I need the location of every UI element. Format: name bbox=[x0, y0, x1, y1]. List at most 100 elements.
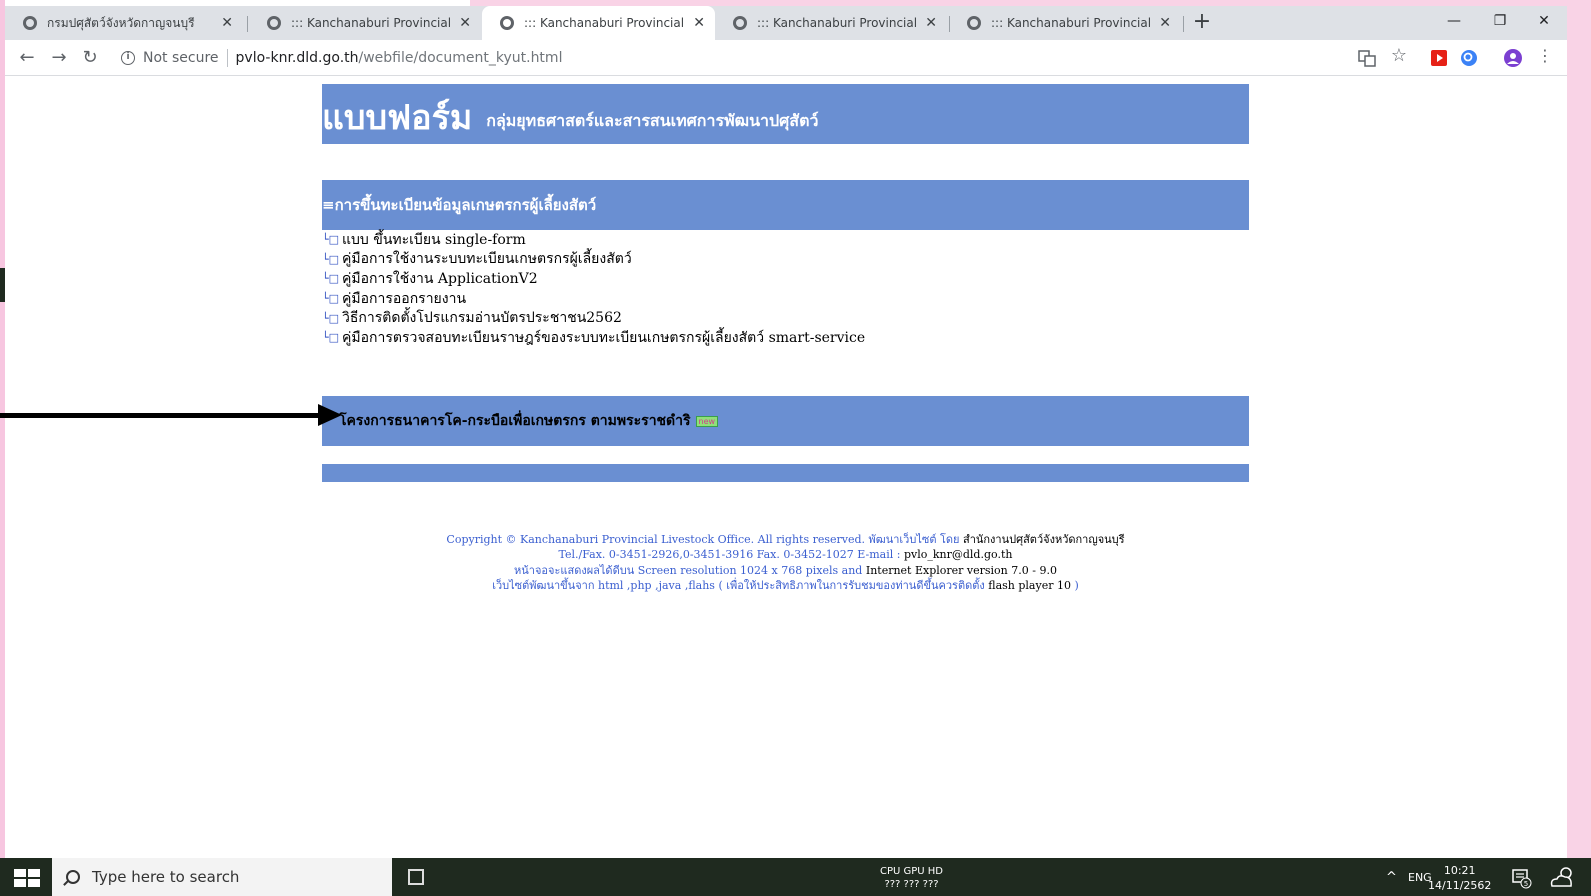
perf-label: CPU GPU HD bbox=[880, 866, 944, 877]
perf-monitor: CPU GPU HD ??? ??? ??? bbox=[880, 865, 943, 891]
footer-text: Tel./Fax. 0-3451-2926,0-3451-3916 Fax. 0… bbox=[558, 548, 904, 562]
footer-text: ) bbox=[1070, 578, 1079, 592]
footer-tech: เว็บไซต์พัฒนาขึ้นจาก html ,php ,java ,fl… bbox=[322, 578, 1249, 593]
list-item[interactable]: └□ แบบ ขึ้นทะเบียน single-form bbox=[322, 230, 1249, 250]
header-banner: แบบฟอร์ม กลุ่มยุทธศาสตร์และสารสนเทศการพั… bbox=[322, 84, 1249, 144]
back-button[interactable]: ← bbox=[13, 44, 41, 72]
bullet-icon: └□ bbox=[322, 233, 340, 247]
url-separator bbox=[226, 49, 228, 67]
weather-icon[interactable] bbox=[1546, 864, 1578, 890]
tab-1[interactable]: กรมปศุสัตว์จังหวัดกาญจนบุรี ✕ bbox=[5, 6, 243, 40]
minimize-button[interactable]: — bbox=[1431, 6, 1477, 36]
footer-divider-bar bbox=[322, 464, 1249, 482]
tab-2[interactable]: ::: Kanchanaburi Provincial Livesto ✕ bbox=[249, 6, 481, 40]
close-icon[interactable]: ✕ bbox=[693, 15, 705, 31]
taskbar-search-box[interactable]: Type here to search bbox=[52, 858, 392, 896]
perf-values: ??? ??? ??? bbox=[884, 879, 939, 890]
document-link-list: └□ แบบ ขึ้นทะเบียน single-form └□ คู่มือกา… bbox=[322, 230, 1249, 348]
search-icon bbox=[66, 870, 80, 884]
list-item[interactable]: └□ คู่มือการใช้งาน ApplicationV2 bbox=[322, 269, 1249, 289]
bullet-icon: └□ bbox=[322, 272, 340, 286]
close-icon[interactable]: ✕ bbox=[925, 15, 937, 31]
forward-button[interactable]: → bbox=[45, 44, 73, 72]
footer-text: Copyright © Kanchanaburi Provincial Live… bbox=[446, 533, 963, 546]
bookmark-star-icon[interactable]: ☆ bbox=[1389, 45, 1409, 66]
link-text[interactable]: คู่มือการตรวจสอบทะเบียนราษฎร์ของระบบทะเบ… bbox=[342, 327, 865, 349]
section-cattle-bank-project[interactable]: โครงการธนาคารโค-กระบือเพื่อเกษตรกร ตามพร… bbox=[322, 396, 1249, 446]
globe-icon bbox=[500, 16, 514, 30]
globe-icon bbox=[23, 16, 37, 30]
bullet-icon: └□ bbox=[322, 311, 340, 325]
address-bar[interactable]: i Not secure pvlo-knr.dld.go.th/webfile/… bbox=[113, 44, 1353, 72]
bullet-icon: └□ bbox=[322, 331, 340, 345]
footer-browser-version: Internet Explorer version 7.0 - 9.0 bbox=[865, 563, 1057, 577]
page-title: แบบฟอร์ม bbox=[322, 98, 473, 138]
search-placeholder: Type here to search bbox=[92, 868, 240, 886]
close-icon[interactable]: ✕ bbox=[221, 15, 233, 31]
tab-3-active[interactable]: ::: Kanchanaburi Provincial Livesto ✕ bbox=[482, 6, 715, 40]
annotation-arrow-line bbox=[0, 413, 324, 418]
info-icon[interactable]: i bbox=[121, 51, 135, 65]
new-badge: new bbox=[695, 415, 719, 427]
reload-button[interactable]: ↻ bbox=[76, 44, 104, 72]
list-item[interactable]: └□ วิธีการติดตั้งโปรแกรมอ่านบัตรประชาชน25… bbox=[322, 308, 1249, 328]
project-link[interactable]: โครงการธนาคารโค-กระบือเพื่อเกษตรกร ตามพร… bbox=[339, 410, 691, 432]
footer-resolution: หน้าจอจะแสดงผลได้ดีบน Screen resolution … bbox=[322, 563, 1249, 578]
not-secure-label: Not secure bbox=[143, 50, 219, 66]
youtube-extension-icon[interactable] bbox=[1429, 48, 1449, 68]
search-extension-icon[interactable] bbox=[1459, 48, 1479, 68]
close-icon[interactable]: ✕ bbox=[459, 15, 471, 31]
footer-flash: flash player 10 bbox=[988, 578, 1071, 592]
list-item[interactable]: └□ คู่มือการตรวจสอบทะเบียนราษฎร์ของระบบทะ… bbox=[322, 328, 1249, 348]
tab-4[interactable]: ::: Kanchanaburi Provincial Livesto ✕ bbox=[715, 6, 947, 40]
tab-title: ::: Kanchanaburi Provincial Livesto bbox=[291, 16, 452, 30]
tab-title: ::: Kanchanaburi Provincial Livesto bbox=[524, 16, 685, 30]
tab-title: ::: Kanchanaburi Provincial Livesto bbox=[991, 16, 1152, 30]
list-item[interactable]: └□ คู่มือการออกรายงาน bbox=[322, 289, 1249, 309]
clock-time: 10:21 bbox=[1443, 864, 1476, 877]
tab-bar: กรมปศุสัตว์จังหวัดกาญจนบุรี ✕ ::: Kancha… bbox=[5, 6, 1567, 40]
windows-taskbar: Type here to search CPU GPU HD ??? ??? ?… bbox=[0, 858, 1591, 896]
desktop-strip-right bbox=[1567, 0, 1591, 858]
tab-title: กรมปศุสัตว์จังหวัดกาญจนบุรี bbox=[47, 15, 195, 30]
notification-count: 5 bbox=[1524, 880, 1528, 888]
globe-icon bbox=[967, 16, 981, 30]
list-item[interactable]: └□ คู่มือการใช้งานระบบทะเบียนเกษตรกรผู้เล… bbox=[322, 250, 1249, 270]
annotation-arrow-head-icon bbox=[318, 404, 342, 426]
section-farmer-registration: ≡การขึ้นทะเบียนข้อมูลเกษตรกรผู้เลี้ยงสัต… bbox=[322, 180, 1249, 230]
url-host: pvlo-knr.dld.go.th bbox=[235, 50, 359, 66]
page-content: แบบฟอร์ม กลุ่มยุทธศาสตร์และสารสนเทศการพั… bbox=[5, 76, 1567, 858]
globe-icon bbox=[733, 16, 747, 30]
taskbar-clock[interactable]: 10:21 14/11/2562 bbox=[1428, 863, 1491, 893]
globe-icon bbox=[267, 16, 281, 30]
footer-email[interactable]: pvlo_knr@dld.go.th bbox=[904, 548, 1012, 561]
task-view-icon[interactable] bbox=[408, 869, 424, 885]
footer-office-name: สำนักงานปศุสัตว์จังหวัดกาญจนบุรี bbox=[962, 533, 1125, 546]
clock-date: 14/11/2562 bbox=[1428, 879, 1492, 892]
footer-text: หน้าจอจะแสดงผลได้ดีบน Screen resolution … bbox=[514, 563, 866, 577]
tab-title: ::: Kanchanaburi Provincial Livesto bbox=[757, 16, 918, 30]
page-subtitle: กลุ่มยุทธศาสตร์และสารสนเทศการพัฒนาปศุสัต… bbox=[486, 111, 819, 130]
url-path: /webfile/document_kyut.html bbox=[358, 50, 563, 66]
footer-text: เว็บไซต์พัฒนาขึ้นจาก html ,php ,java ,fl… bbox=[492, 578, 989, 592]
window-close-button[interactable]: ✕ bbox=[1521, 6, 1567, 36]
browser-window: กรมปศุสัตว์จังหวัดกาญจนบุรี ✕ ::: Kancha… bbox=[5, 6, 1567, 858]
bullet-icon: └□ bbox=[322, 252, 340, 266]
translate-icon[interactable] bbox=[1357, 48, 1377, 68]
page-footer: Copyright © Kanchanaburi Provincial Live… bbox=[322, 532, 1249, 593]
section-title: ≡การขึ้นทะเบียนข้อมูลเกษตรกรผู้เลี้ยงสัต… bbox=[322, 196, 597, 214]
tray-chevron-icon[interactable]: ^ bbox=[1386, 858, 1397, 896]
tab-5[interactable]: ::: Kanchanaburi Provincial Livesto ✕ bbox=[949, 6, 1181, 40]
restore-button[interactable]: ❐ bbox=[1477, 6, 1523, 36]
profile-avatar-icon[interactable] bbox=[1503, 48, 1523, 68]
browser-toolbar: ← → ↻ i Not secure pvlo-knr.dld.go.th/we… bbox=[5, 40, 1567, 76]
footer-contact: Tel./Fax. 0-3451-2926,0-3451-3916 Fax. 0… bbox=[322, 547, 1249, 562]
windows-start-icon[interactable] bbox=[14, 869, 40, 887]
bullet-icon: └□ bbox=[322, 292, 340, 306]
notification-center-icon[interactable]: 5 bbox=[1510, 867, 1532, 889]
new-tab-button[interactable]: + bbox=[1189, 10, 1215, 36]
browser-menu-icon[interactable]: ⋮ bbox=[1535, 46, 1555, 66]
tab-separator bbox=[1183, 16, 1184, 32]
tab-separator bbox=[247, 16, 248, 32]
close-icon[interactable]: ✕ bbox=[1159, 15, 1171, 31]
